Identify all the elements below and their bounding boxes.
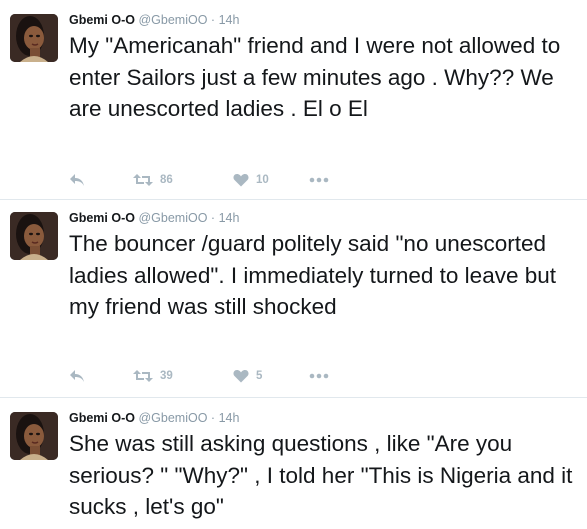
retweet-button[interactable]: 86 xyxy=(133,171,173,189)
like-button[interactable]: 10 xyxy=(233,171,269,189)
timestamp[interactable]: 14h xyxy=(219,211,240,225)
more-button[interactable] xyxy=(309,171,329,189)
display-name[interactable]: Gbemi O-O xyxy=(69,211,135,225)
avatar[interactable] xyxy=(10,212,58,260)
retweet-icon xyxy=(133,174,153,186)
tweet-divider xyxy=(0,397,587,398)
heart-icon xyxy=(233,370,249,383)
like-button[interactable]: 5 xyxy=(233,367,262,385)
heart-icon xyxy=(233,174,249,187)
separator: · xyxy=(210,411,216,425)
user-handle[interactable]: @GbemiOO xyxy=(138,13,207,27)
tweet-divider xyxy=(0,199,587,200)
reply-button[interactable] xyxy=(69,367,85,385)
avatar-image xyxy=(10,412,58,460)
user-handle[interactable]: @GbemiOO xyxy=(138,211,207,225)
reply-icon xyxy=(70,174,84,186)
separator: · xyxy=(210,211,216,225)
tweet-header: Gbemi O-O @GbemiOO · 14h xyxy=(69,210,239,226)
more-icon xyxy=(309,373,329,379)
user-handle[interactable]: @GbemiOO xyxy=(138,411,207,425)
more-button[interactable] xyxy=(309,367,329,385)
like-count: 5 xyxy=(256,370,263,382)
retweet-count: 39 xyxy=(160,370,173,382)
display-name[interactable]: Gbemi O-O xyxy=(69,411,135,425)
tweet-actions: 39 5 xyxy=(69,367,369,385)
retweet-count: 86 xyxy=(160,174,173,186)
tweet: Gbemi O-O @GbemiOO · 14h She was still a… xyxy=(0,410,587,529)
timestamp[interactable]: 14h xyxy=(219,13,240,27)
avatar[interactable] xyxy=(10,14,58,62)
tweet-header: Gbemi O-O @GbemiOO · 14h xyxy=(69,12,239,28)
tweet-text: My "Americanah" friend and I were not al… xyxy=(69,33,567,121)
tweet: Gbemi O-O @GbemiOO · 14h My "Americanah"… xyxy=(0,12,587,192)
reply-button[interactable] xyxy=(69,171,85,189)
retweet-icon xyxy=(133,370,153,382)
timestamp[interactable]: 14h xyxy=(219,411,240,425)
tweet-header: Gbemi O-O @GbemiOO · 14h xyxy=(69,410,239,426)
display-name[interactable]: Gbemi O-O xyxy=(69,13,135,27)
retweet-button[interactable]: 39 xyxy=(133,367,173,385)
tweet-text: She was still asking questions , like "A… xyxy=(69,431,579,519)
tweet: Gbemi O-O @GbemiOO · 14h The bouncer /gu… xyxy=(0,210,587,390)
more-icon xyxy=(309,177,329,183)
tweet-actions: 86 10 xyxy=(69,171,369,189)
tweet-text: The bouncer /guard politely said "no une… xyxy=(69,231,563,319)
avatar-image xyxy=(10,212,58,260)
avatar-image xyxy=(10,14,58,62)
separator: · xyxy=(210,13,216,27)
avatar[interactable] xyxy=(10,412,58,460)
reply-icon xyxy=(70,370,84,382)
like-count: 10 xyxy=(256,174,269,186)
